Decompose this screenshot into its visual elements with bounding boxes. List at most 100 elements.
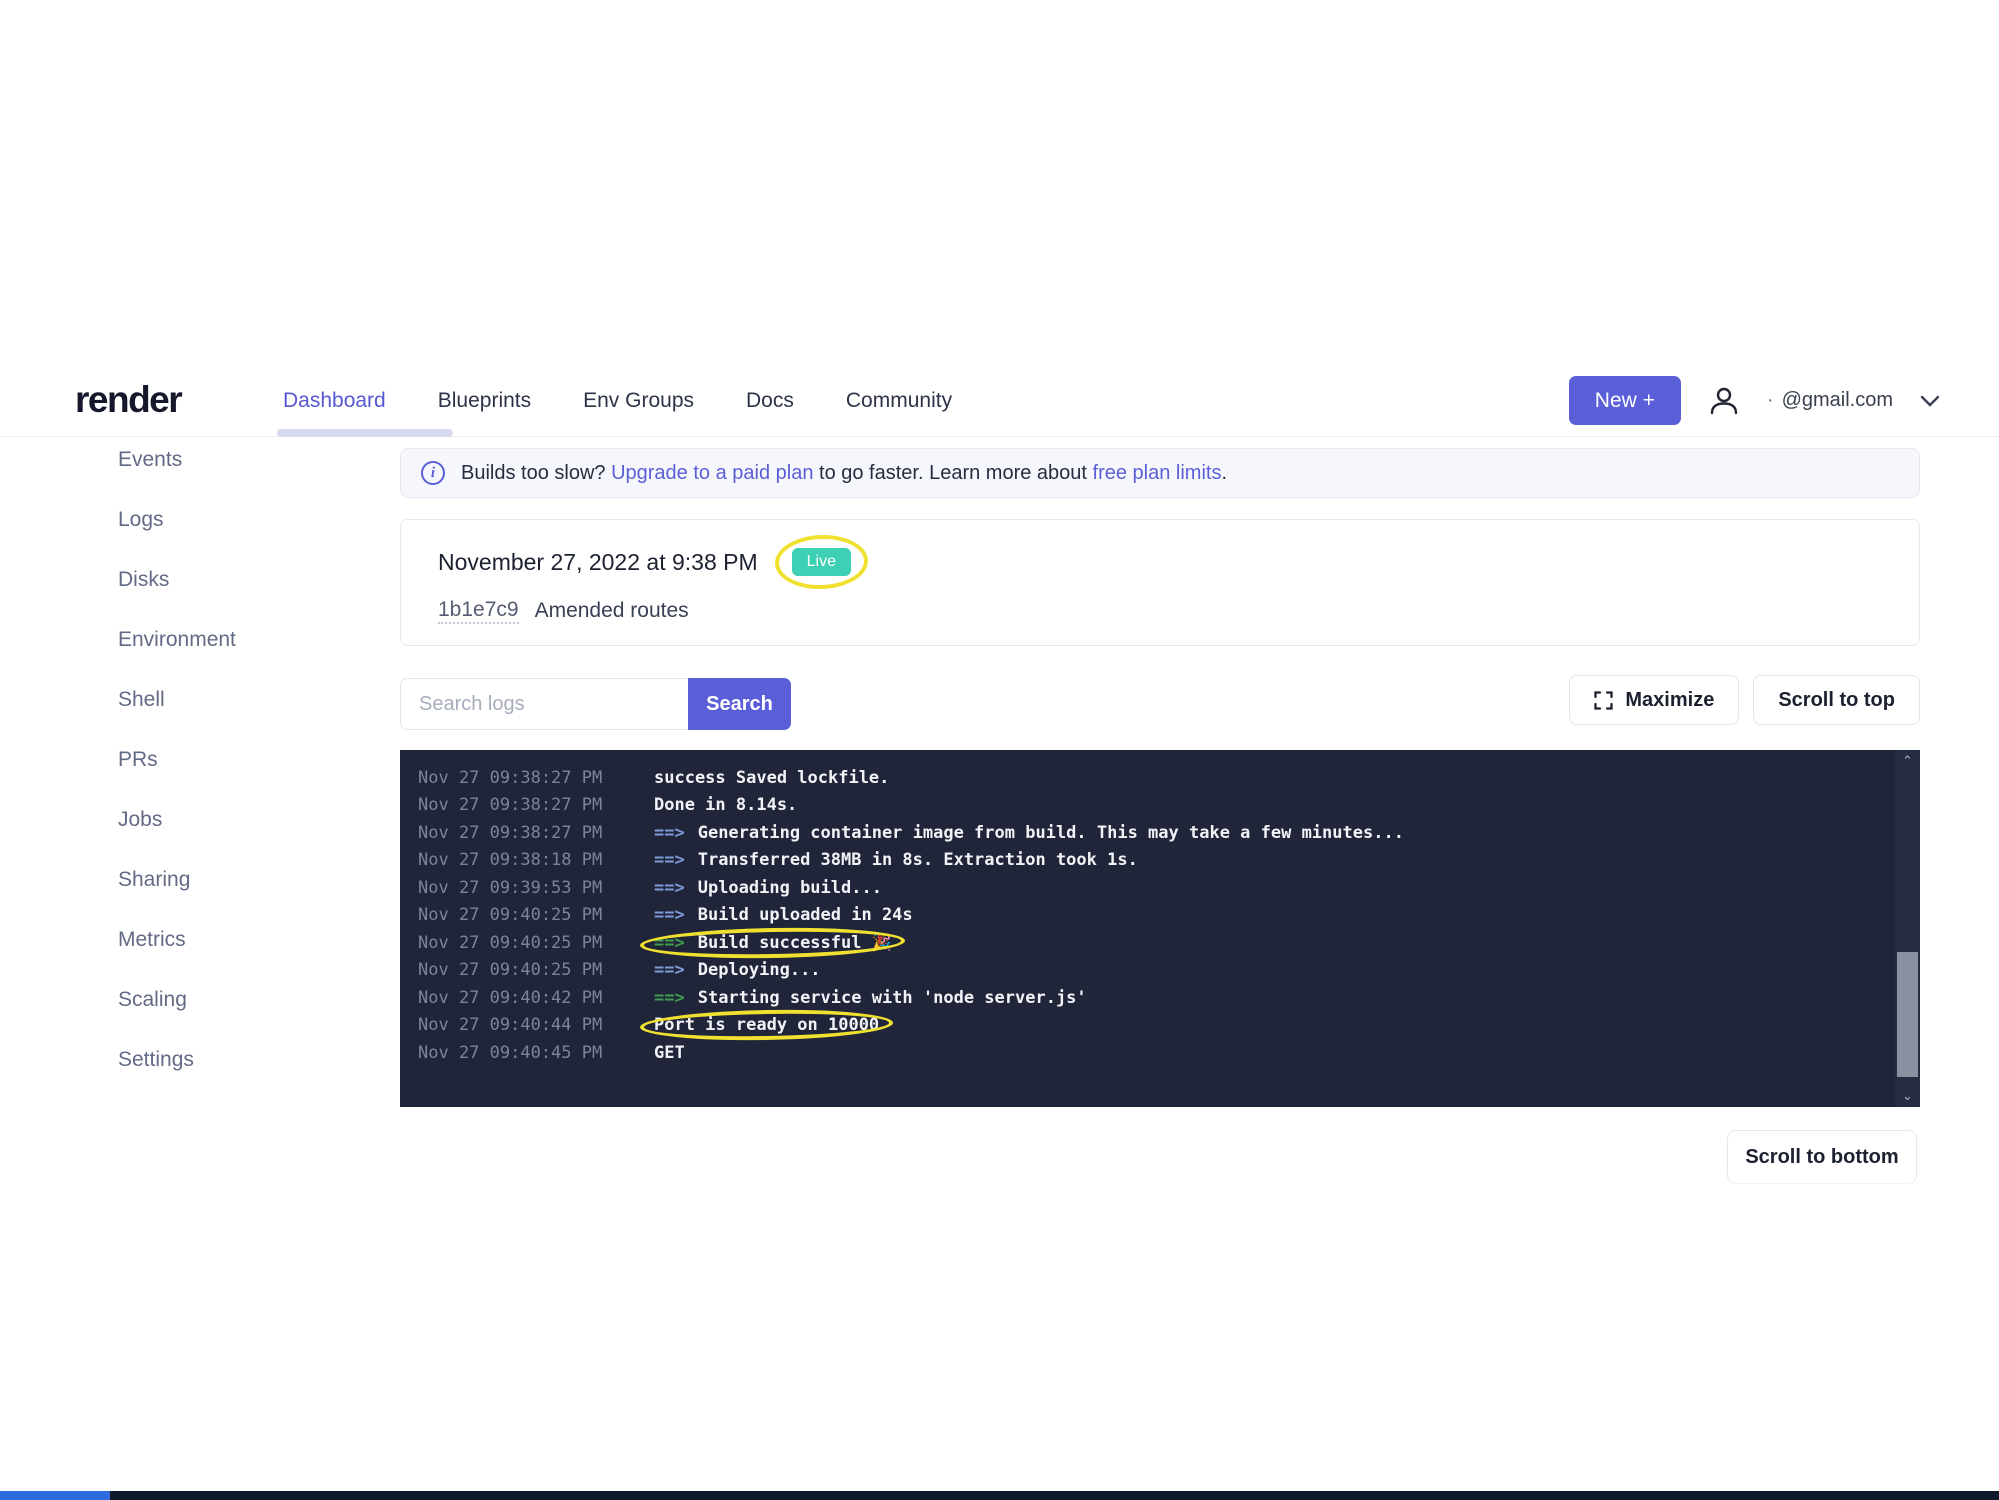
bottom-bar	[0, 1491, 1999, 1500]
nav-item-label: Community	[846, 389, 952, 412]
scroll-to-bottom-button[interactable]: Scroll to bottom	[1727, 1130, 1917, 1184]
live-badge-wrap: Live	[792, 548, 851, 576]
log-arrow: ==>	[654, 960, 685, 980]
sidebar-item[interactable]: Sharing	[118, 868, 378, 928]
nav-item-label: Docs	[746, 389, 794, 412]
sidebar-item[interactable]: Events	[118, 448, 378, 508]
log-timestamp: Nov 27 09:38:27 PM	[418, 768, 654, 788]
email-prefix: ·	[1767, 389, 1774, 411]
log-message-group: ==> Port is ready on 10000	[654, 1015, 879, 1035]
chevron-down-icon[interactable]	[1919, 394, 1941, 408]
banner-segment: Upgrade to a paid plan	[611, 462, 813, 484]
sidebar-item-label: PRs	[118, 748, 158, 772]
log-timestamp: Nov 27 09:40:44 PM	[418, 1015, 654, 1035]
log-line: Nov 27 09:38:18 PM ==> Transferred 38MB …	[418, 847, 1880, 875]
sidebar-item[interactable]: Disks	[118, 568, 378, 628]
log-timestamp: Nov 27 09:38:27 PM	[418, 795, 654, 815]
sidebar-item-label: Scaling	[118, 988, 187, 1012]
sidebar-item[interactable]: Shell	[118, 688, 378, 748]
log-arrow: ==>	[654, 905, 685, 925]
commit-hash-link[interactable]: 1b1e7c9	[438, 598, 519, 624]
bottom-bar-accent	[0, 1491, 110, 1500]
search-button[interactable]: Search	[688, 678, 791, 730]
scrollbar-thumb[interactable]	[1897, 952, 1918, 1077]
render-dashboard-page: render Dashboard Blueprints Env Groups Docs…	[0, 0, 1999, 1500]
log-message-group: ==> Done in 8.14s.	[654, 795, 797, 815]
log-toolbar-right: Maximize Scroll to top	[1569, 675, 1920, 725]
sidebar-item[interactable]: Logs	[118, 508, 378, 568]
sidebar-item-label: Shell	[118, 688, 165, 712]
sidebar-item-label: Logs	[118, 508, 164, 532]
sidebar-item[interactable]: Scaling	[118, 988, 378, 1048]
log-timestamp: Nov 27 09:40:25 PM	[418, 933, 654, 953]
log-timestamp: Nov 27 09:39:53 PM	[418, 878, 654, 898]
banner-segment: to go faster. Learn more about	[813, 462, 1092, 484]
log-line: Nov 27 09:39:53 PM ==> Uploading build..…	[418, 874, 1880, 902]
info-icon: i	[421, 461, 445, 485]
log-line: Nov 27 09:40:25 PM ==> Build successful …	[418, 929, 1880, 957]
log-message-group: ==> Uploading build...	[654, 878, 882, 898]
active-tab-indicator	[277, 429, 453, 437]
log-message: success Saved lockfile.	[654, 768, 889, 788]
scrollbar-down-icon[interactable]: ⌄	[1895, 1085, 1920, 1107]
log-timestamp: Nov 27 09:40:25 PM	[418, 905, 654, 925]
nav-item[interactable]: Blueprints	[438, 389, 531, 413]
new-button[interactable]: New +	[1569, 376, 1681, 425]
terminal-scrollbar[interactable]: ⌃ ⌄	[1895, 750, 1920, 1107]
sidebar-item-label: Events	[118, 448, 182, 472]
sidebar-item[interactable]: PRs	[118, 748, 378, 808]
log-message: Transferred 38MB in 8s. Extraction took …	[698, 850, 1138, 870]
log-timestamp: Nov 27 09:40:45 PM	[418, 1043, 654, 1063]
nav-item[interactable]: Dashboard	[283, 389, 386, 413]
log-message-group: ==> GET	[654, 1043, 685, 1063]
account-email[interactable]: ·@gmail.com	[1767, 389, 1893, 412]
nav-item[interactable]: Env Groups	[583, 389, 694, 413]
nav-item-label: Dashboard	[283, 389, 386, 412]
log-terminal: Nov 27 09:38:27 PM ==> success Saved loc…	[400, 750, 1920, 1107]
user-icon[interactable]	[1707, 384, 1741, 418]
log-message-group: ==> Build uploaded in 24s	[654, 905, 913, 925]
sidebar-item[interactable]: Settings	[118, 1048, 378, 1108]
sidebar-item-label: Disks	[118, 568, 169, 592]
deploy-date: November 27, 2022 at 9:38 PM	[438, 549, 758, 576]
scroll-to-top-button[interactable]: Scroll to top	[1753, 675, 1920, 725]
log-message: Build uploaded in 24s	[698, 905, 913, 925]
render-logo[interactable]: render	[75, 379, 181, 421]
nav-item[interactable]: Community	[846, 389, 952, 413]
log-lines: Nov 27 09:38:27 PM ==> success Saved loc…	[400, 750, 1920, 1067]
banner-segment: free plan limits	[1093, 462, 1222, 484]
log-line: Nov 27 09:40:42 PM ==> Starting service …	[418, 984, 1880, 1012]
sidebar-item-label: Settings	[118, 1048, 194, 1072]
top-navbar: render Dashboard Blueprints Env Groups Docs…	[0, 365, 1999, 437]
log-message: Port is ready on 10000	[654, 1015, 879, 1035]
log-message-group: ==> success Saved lockfile.	[654, 768, 889, 788]
log-line: Nov 27 09:40:44 PM ==> Port is ready on …	[418, 1012, 1880, 1040]
free-plan-banner: i Builds too slow? Upgrade to a paid pla…	[400, 448, 1920, 498]
primary-nav: Dashboard Blueprints Env Groups Docs Communi…	[283, 365, 1004, 436]
deploy-card: November 27, 2022 at 9:38 PM Live 1b1e7c…	[400, 519, 1920, 646]
log-message: Build successful	[698, 933, 862, 953]
log-message-group: ==> Deploying...	[654, 960, 821, 980]
scrollbar-up-icon[interactable]: ⌃	[1895, 750, 1920, 772]
sidebar-item[interactable]: Jobs	[118, 808, 378, 868]
sidebar-item-label: Sharing	[118, 868, 190, 892]
banner-text: Builds too slow? Upgrade to a paid plan …	[461, 462, 1227, 485]
nav-item[interactable]: Docs	[746, 389, 794, 413]
log-message: Deploying...	[698, 960, 821, 980]
log-message: Starting service with 'node server.js'	[698, 988, 1087, 1008]
log-arrow: ==>	[654, 823, 685, 843]
log-arrow: ==>	[654, 988, 685, 1008]
search-input[interactable]	[400, 678, 688, 730]
log-line: Nov 27 09:40:45 PM ==> GET	[418, 1039, 1880, 1067]
header-right-cluster: New + ·@gmail.com	[1569, 365, 1941, 436]
nav-item-label: Env Groups	[583, 389, 694, 412]
sidebar-item[interactable]: Environment	[118, 628, 378, 688]
nav-item-label: Blueprints	[438, 389, 531, 412]
log-search-row: Search	[400, 678, 791, 730]
log-message-group: ==> Starting service with 'node server.j…	[654, 988, 1087, 1008]
log-arrow: ==>	[654, 878, 685, 898]
log-message: Generating container image from build. T…	[698, 823, 1404, 843]
sidebar-item[interactable]: Metrics	[118, 928, 378, 988]
maximize-button[interactable]: Maximize	[1569, 675, 1739, 725]
log-message: GET	[654, 1043, 685, 1063]
